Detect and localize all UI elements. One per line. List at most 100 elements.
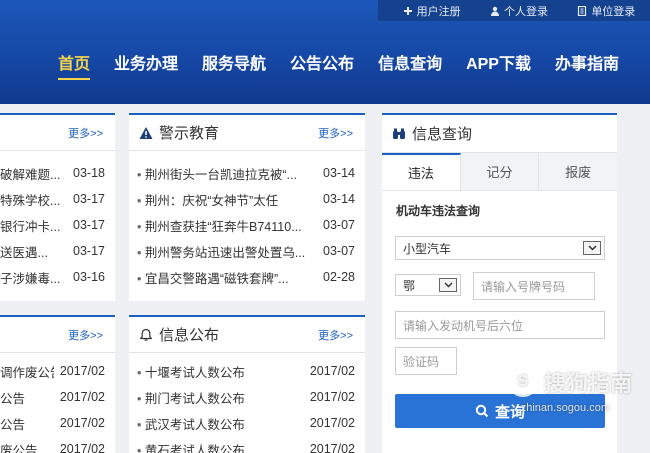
warning-icon [139, 126, 153, 139]
list-item[interactable]: 公告 2017/02 [0, 384, 115, 410]
info-list: 十堰考试人数公布 2017/02 荆门考试人数公布 2017/02 武汉考试人数公布… [129, 353, 365, 453]
item-title: 银行冲卡... [0, 219, 61, 234]
list-item[interactable]: 宜昌交警路遇“磁铁套牌”... 02-28 [129, 264, 365, 290]
item-title: 调作废公告 [0, 365, 54, 380]
province-select[interactable]: 鄂 [395, 274, 461, 296]
nav-service[interactable]: 服务导航 [192, 50, 276, 74]
list-item[interactable]: 荆州：庆祝“女神节”太任 03-14 [129, 186, 365, 212]
unit-login-label: 单位登录 [591, 5, 636, 18]
sogou-logo-icon: S [507, 367, 538, 397]
binoculars-icon [393, 128, 405, 139]
item-date: 2017/02 [59, 416, 105, 430]
nav-business[interactable]: 业务办理 [104, 50, 188, 74]
tab-violation[interactable]: 违法 [382, 153, 461, 190]
panel-title: 信息公布 [139, 324, 219, 345]
item-date: 2017/02 [59, 364, 105, 378]
list-item[interactable]: 废公告 2017/02 [0, 436, 115, 453]
more-link[interactable]: 更多>> [318, 327, 353, 343]
bell-icon [139, 328, 153, 341]
item-title: 送医遇... [0, 245, 48, 260]
user-icon [490, 6, 499, 16]
item-date: 2017/02 [309, 364, 355, 378]
item-title: 特殊学校... [0, 193, 61, 208]
list-item[interactable]: 武汉考试人数公布 2017/02 [129, 410, 365, 436]
more-link[interactable]: 更多>> [318, 125, 353, 141]
unit-login-link[interactable]: 单位登录 [577, 3, 635, 19]
captcha-input[interactable]: 验证码 [395, 347, 457, 375]
panel-header: 信息公布 更多>> [129, 317, 365, 353]
item-title: 公告 [0, 417, 26, 432]
nav-app-download[interactable]: APP下载 [456, 50, 541, 74]
news-list: 破解难题... 03-18 特殊学校... 03-17 银行冲卡... 03-17 送… [0, 151, 115, 290]
item-title: 荆州查获挂“狂奔牛B74110... [137, 216, 302, 235]
item-title: 荆州：庆祝“女神节”太任 [137, 190, 278, 209]
nav-announcement[interactable]: 公告公布 [280, 50, 364, 74]
panel-title-text: 信息查询 [412, 126, 473, 143]
watermark-text: 搜狗指南 [543, 371, 632, 396]
watermark-url: zhinan.sogou.com [520, 402, 610, 414]
engine-number-input[interactable]: 请输入发动机号后六位 [395, 311, 605, 339]
announcement-list: 调作废公告 2017/02 公告 2017/02 公告 2017/02 废公告 2017… [0, 353, 115, 453]
item-date: 2017/02 [309, 390, 355, 404]
item-title: 十堰考试人数公布 [137, 362, 245, 381]
item-date: 02-28 [323, 270, 355, 284]
item-title: 武汉考试人数公布 [137, 414, 245, 433]
item-date: 2017/02 [59, 390, 105, 404]
item-title: 宜昌交警路遇“磁铁套牌”... [137, 268, 289, 287]
panel-header: 更多>> [0, 317, 115, 353]
province-value: 鄂 [403, 278, 416, 293]
nav-home[interactable]: 首页 [48, 50, 100, 80]
list-item[interactable]: 荆州街头一台凯迪拉克被“... 03-14 [129, 160, 365, 186]
warning-education-panel: 警示教育 更多>> 荆州街头一台凯迪拉克被“... 03-14 荆州：庆祝“女神节… [129, 113, 365, 301]
nav-guide[interactable]: 办事指南 [545, 50, 629, 74]
list-item[interactable]: 银行冲卡... 03-17 [0, 212, 115, 238]
list-item[interactable]: 调作废公告 2017/02 [0, 358, 115, 384]
list-item[interactable]: 荆门考试人数公布 2017/02 [129, 384, 365, 410]
register-link[interactable]: 用户注册 [403, 3, 461, 19]
panel-title: 警示教育 [139, 122, 219, 143]
more-link[interactable]: 更多>> [68, 125, 103, 141]
panel-title-text: 信息公布 [159, 327, 220, 344]
item-date: 03-17 [73, 218, 105, 232]
plus-icon [403, 6, 412, 15]
panel-header: 更多>> [0, 115, 115, 151]
list-item[interactable]: 黄石考试人数公布 2017/02 [129, 436, 365, 453]
tab-points[interactable]: 记分 [460, 153, 540, 190]
item-title: 破解难题... [0, 167, 61, 182]
list-item[interactable]: 送医遇... 03-17 [0, 238, 115, 264]
list-item[interactable]: 荆州查获挂“狂奔牛B74110... 03-07 [129, 212, 365, 238]
item-date: 03-16 [73, 270, 105, 284]
item-title: 荆门考试人数公布 [137, 388, 245, 407]
item-date: 2017/02 [309, 442, 355, 453]
plate-placeholder: 请输入号牌号码 [481, 279, 566, 294]
item-title: 荆州警务站迅速出警处置乌... [137, 242, 305, 261]
personal-login-link[interactable]: 个人登录 [490, 3, 548, 19]
item-title: 荆州街头一台凯迪拉克被“... [137, 164, 297, 183]
item-title: 公告 [0, 391, 26, 406]
nav-info-query[interactable]: 信息查询 [368, 50, 452, 74]
panel-header: 信息查询 [382, 115, 617, 153]
engine-placeholder: 请输入发动机号后六位 [403, 318, 524, 333]
panel-title-text: 警示教育 [159, 125, 220, 142]
list-item[interactable]: 公告 2017/02 [0, 410, 115, 436]
panel-header: 警示教育 更多>> [129, 115, 365, 151]
list-item[interactable]: 十堰考试人数公布 2017/02 [129, 358, 365, 384]
captcha-placeholder: 验证码 [403, 354, 440, 369]
item-date: 03-14 [323, 166, 355, 180]
register-label: 用户注册 [416, 5, 461, 18]
item-date: 2017/02 [309, 416, 355, 430]
list-item[interactable]: 荆州警务站迅速出警处置乌... 03-07 [129, 238, 365, 264]
more-link[interactable]: 更多>> [68, 327, 103, 343]
info-publish-panel: 信息公布 更多>> 十堰考试人数公布 2017/02 荆门考试人数公布 2017/0… [129, 315, 365, 453]
panel-title: 信息查询 [392, 123, 472, 144]
tab-scrap[interactable]: 报废 [539, 153, 618, 190]
sogou-watermark: S 搜狗指南 [507, 366, 632, 398]
vehicle-type-select[interactable]: 小型汽车 [395, 236, 605, 260]
plate-number-input[interactable]: 请输入号牌号码 [473, 272, 595, 300]
left-announcement-panel: 更多>> 调作废公告 2017/02 公告 2017/02 公告 2017/02 废公… [0, 315, 115, 453]
warning-list: 荆州街头一台凯迪拉克被“... 03-14 荆州：庆祝“女神节”太任 03-14 荆… [129, 151, 365, 290]
list-item[interactable]: 破解难题... 03-18 [0, 160, 115, 186]
list-item[interactable]: 特殊学校... 03-17 [0, 186, 115, 212]
list-item[interactable]: 子涉嫌毒... 03-16 [0, 264, 115, 290]
site-header: 用户注册 个人登录 单位登录 首页 业务办理 服务导航 公告公布 信息查询 AP… [0, 0, 650, 104]
